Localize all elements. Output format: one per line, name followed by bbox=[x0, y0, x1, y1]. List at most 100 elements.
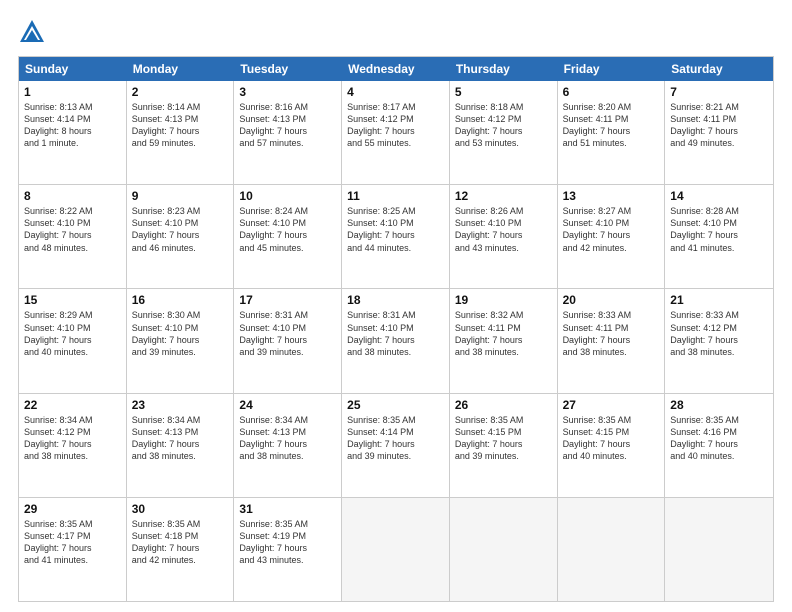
day-number: 11 bbox=[347, 189, 444, 203]
calendar-row-5: 29Sunrise: 8:35 AMSunset: 4:17 PMDayligh… bbox=[19, 498, 773, 601]
calendar-cell: 5Sunrise: 8:18 AMSunset: 4:12 PMDaylight… bbox=[450, 81, 558, 184]
day-number: 26 bbox=[455, 398, 552, 412]
calendar-cell: 17Sunrise: 8:31 AMSunset: 4:10 PMDayligh… bbox=[234, 289, 342, 392]
day-number: 21 bbox=[670, 293, 768, 307]
calendar-header: SundayMondayTuesdayWednesdayThursdayFrid… bbox=[19, 57, 773, 81]
calendar-cell: 14 Sunrise: 8:28 AMSunset: 4:10 PMDayligh… bbox=[665, 185, 773, 288]
calendar-cell: 22 Sunrise: 8:34 AMSunset: 4:12 PMDayligh… bbox=[19, 394, 127, 497]
calendar-row-4: 22 Sunrise: 8:34 AMSunset: 4:12 PMDayligh… bbox=[19, 394, 773, 498]
cell-text: Sunrise: 8:13 AMSunset: 4:14 PMDaylight:… bbox=[24, 101, 121, 150]
logo-icon bbox=[18, 18, 46, 46]
cell-text: Sunrise: 8:24 AMSunset: 4:10 PMDaylight:… bbox=[239, 205, 336, 254]
calendar-cell bbox=[558, 498, 666, 601]
day-number: 29 bbox=[24, 502, 121, 516]
cell-text: Sunrise: 8:28 AMSunset: 4:10 PMDaylight:… bbox=[670, 205, 768, 254]
calendar-cell: 16Sunrise: 8:30 AMSunset: 4:10 PMDayligh… bbox=[127, 289, 235, 392]
logo bbox=[18, 18, 50, 46]
day-number: 2 bbox=[132, 85, 229, 99]
day-number: 9 bbox=[132, 189, 229, 203]
cell-text: Sunrise: 8:34 AMSunset: 4:13 PMDaylight:… bbox=[132, 414, 229, 463]
day-number: 31 bbox=[239, 502, 336, 516]
calendar-cell: 28Sunrise: 8:35 AMSunset: 4:16 PMDayligh… bbox=[665, 394, 773, 497]
cell-text: Sunrise: 8:31 AMSunset: 4:10 PMDaylight:… bbox=[347, 309, 444, 358]
day-number: 20 bbox=[563, 293, 660, 307]
day-number: 24 bbox=[239, 398, 336, 412]
cell-text: Sunrise: 8:17 AMSunset: 4:12 PMDaylight:… bbox=[347, 101, 444, 150]
calendar-cell: 19 Sunrise: 8:32 AMSunset: 4:11 PMDayligh… bbox=[450, 289, 558, 392]
calendar-cell: 21 Sunrise: 8:33 AMSunset: 4:12 PMDayligh… bbox=[665, 289, 773, 392]
cell-text: Sunrise: 8:18 AMSunset: 4:12 PMDaylight:… bbox=[455, 101, 552, 150]
cell-text: Sunrise: 8:25 AMSunset: 4:10 PMDaylight:… bbox=[347, 205, 444, 254]
header-cell-sunday: Sunday bbox=[19, 57, 127, 81]
header-cell-tuesday: Tuesday bbox=[234, 57, 342, 81]
day-number: 10 bbox=[239, 189, 336, 203]
day-number: 3 bbox=[239, 85, 336, 99]
cell-text: Sunrise: 8:35 AMSunset: 4:15 PMDaylight:… bbox=[563, 414, 660, 463]
calendar-cell: 12 Sunrise: 8:26 AMSunset: 4:10 PMDayligh… bbox=[450, 185, 558, 288]
calendar-cell: 30 Sunrise: 8:35 AMSunset: 4:18 PMDayligh… bbox=[127, 498, 235, 601]
calendar-row-1: 1 Sunrise: 8:13 AMSunset: 4:14 PMDaylight… bbox=[19, 81, 773, 185]
calendar-cell: 26Sunrise: 8:35 AMSunset: 4:15 PMDayligh… bbox=[450, 394, 558, 497]
day-number: 19 bbox=[455, 293, 552, 307]
calendar-cell: 23Sunrise: 8:34 AMSunset: 4:13 PMDayligh… bbox=[127, 394, 235, 497]
cell-text: Sunrise: 8:35 AMSunset: 4:16 PMDaylight:… bbox=[670, 414, 768, 463]
day-number: 14 bbox=[670, 189, 768, 203]
cell-text: Sunrise: 8:35 AMSunset: 4:19 PMDaylight:… bbox=[239, 518, 336, 567]
header-cell-wednesday: Wednesday bbox=[342, 57, 450, 81]
page: SundayMondayTuesdayWednesdayThursdayFrid… bbox=[0, 0, 792, 612]
calendar-cell: 11 Sunrise: 8:25 AMSunset: 4:10 PMDayligh… bbox=[342, 185, 450, 288]
cell-text: Sunrise: 8:21 AMSunset: 4:11 PMDaylight:… bbox=[670, 101, 768, 150]
cell-text: Sunrise: 8:27 AMSunset: 4:10 PMDaylight:… bbox=[563, 205, 660, 254]
cell-text: Sunrise: 8:23 AMSunset: 4:10 PMDaylight:… bbox=[132, 205, 229, 254]
day-number: 27 bbox=[563, 398, 660, 412]
day-number: 22 bbox=[24, 398, 121, 412]
calendar-cell: 18 Sunrise: 8:31 AMSunset: 4:10 PMDayligh… bbox=[342, 289, 450, 392]
cell-text: Sunrise: 8:16 AMSunset: 4:13 PMDaylight:… bbox=[239, 101, 336, 150]
calendar-cell: 15 Sunrise: 8:29 AMSunset: 4:10 PMDayligh… bbox=[19, 289, 127, 392]
calendar-cell: 3 Sunrise: 8:16 AMSunset: 4:13 PMDaylight… bbox=[234, 81, 342, 184]
cell-text: Sunrise: 8:26 AMSunset: 4:10 PMDaylight:… bbox=[455, 205, 552, 254]
calendar-row-2: 8 Sunrise: 8:22 AMSunset: 4:10 PMDaylight… bbox=[19, 185, 773, 289]
calendar-cell: 1 Sunrise: 8:13 AMSunset: 4:14 PMDaylight… bbox=[19, 81, 127, 184]
calendar-body: 1 Sunrise: 8:13 AMSunset: 4:14 PMDaylight… bbox=[19, 81, 773, 601]
cell-text: Sunrise: 8:34 AMSunset: 4:12 PMDaylight:… bbox=[24, 414, 121, 463]
day-number: 25 bbox=[347, 398, 444, 412]
header-cell-monday: Monday bbox=[127, 57, 235, 81]
calendar-cell: 10 Sunrise: 8:24 AMSunset: 4:10 PMDayligh… bbox=[234, 185, 342, 288]
calendar-cell bbox=[342, 498, 450, 601]
day-number: 1 bbox=[24, 85, 121, 99]
cell-text: Sunrise: 8:14 AMSunset: 4:13 PMDaylight:… bbox=[132, 101, 229, 150]
cell-text: Sunrise: 8:33 AMSunset: 4:12 PMDaylight:… bbox=[670, 309, 768, 358]
cell-text: Sunrise: 8:22 AMSunset: 4:10 PMDaylight:… bbox=[24, 205, 121, 254]
day-number: 13 bbox=[563, 189, 660, 203]
cell-text: Sunrise: 8:29 AMSunset: 4:10 PMDaylight:… bbox=[24, 309, 121, 358]
cell-text: Sunrise: 8:32 AMSunset: 4:11 PMDaylight:… bbox=[455, 309, 552, 358]
calendar-cell: 31 Sunrise: 8:35 AMSunset: 4:19 PMDayligh… bbox=[234, 498, 342, 601]
calendar-cell: 2 Sunrise: 8:14 AMSunset: 4:13 PMDaylight… bbox=[127, 81, 235, 184]
cell-text: Sunrise: 8:35 AMSunset: 4:14 PMDaylight:… bbox=[347, 414, 444, 463]
calendar-cell: 25 Sunrise: 8:35 AMSunset: 4:14 PMDayligh… bbox=[342, 394, 450, 497]
cell-text: Sunrise: 8:20 AMSunset: 4:11 PMDaylight:… bbox=[563, 101, 660, 150]
calendar-cell: 27 Sunrise: 8:35 AMSunset: 4:15 PMDayligh… bbox=[558, 394, 666, 497]
day-number: 18 bbox=[347, 293, 444, 307]
header bbox=[18, 18, 774, 46]
calendar-cell: 4Sunrise: 8:17 AMSunset: 4:12 PMDaylight… bbox=[342, 81, 450, 184]
calendar-cell: 13 Sunrise: 8:27 AMSunset: 4:10 PMDayligh… bbox=[558, 185, 666, 288]
calendar-row-3: 15 Sunrise: 8:29 AMSunset: 4:10 PMDayligh… bbox=[19, 289, 773, 393]
day-number: 8 bbox=[24, 189, 121, 203]
cell-text: Sunrise: 8:35 AMSunset: 4:18 PMDaylight:… bbox=[132, 518, 229, 567]
calendar-cell: 8 Sunrise: 8:22 AMSunset: 4:10 PMDaylight… bbox=[19, 185, 127, 288]
calendar-cell: 7 Sunrise: 8:21 AMSunset: 4:11 PMDaylight… bbox=[665, 81, 773, 184]
day-number: 15 bbox=[24, 293, 121, 307]
calendar-cell: 6 Sunrise: 8:20 AMSunset: 4:11 PMDaylight… bbox=[558, 81, 666, 184]
day-number: 12 bbox=[455, 189, 552, 203]
day-number: 7 bbox=[670, 85, 768, 99]
calendar-cell: 24 Sunrise: 8:34 AMSunset: 4:13 PMDayligh… bbox=[234, 394, 342, 497]
cell-text: Sunrise: 8:33 AMSunset: 4:11 PMDaylight:… bbox=[563, 309, 660, 358]
header-cell-thursday: Thursday bbox=[450, 57, 558, 81]
calendar-cell bbox=[450, 498, 558, 601]
day-number: 30 bbox=[132, 502, 229, 516]
calendar-cell: 20 Sunrise: 8:33 AMSunset: 4:11 PMDayligh… bbox=[558, 289, 666, 392]
day-number: 6 bbox=[563, 85, 660, 99]
cell-text: Sunrise: 8:34 AMSunset: 4:13 PMDaylight:… bbox=[239, 414, 336, 463]
